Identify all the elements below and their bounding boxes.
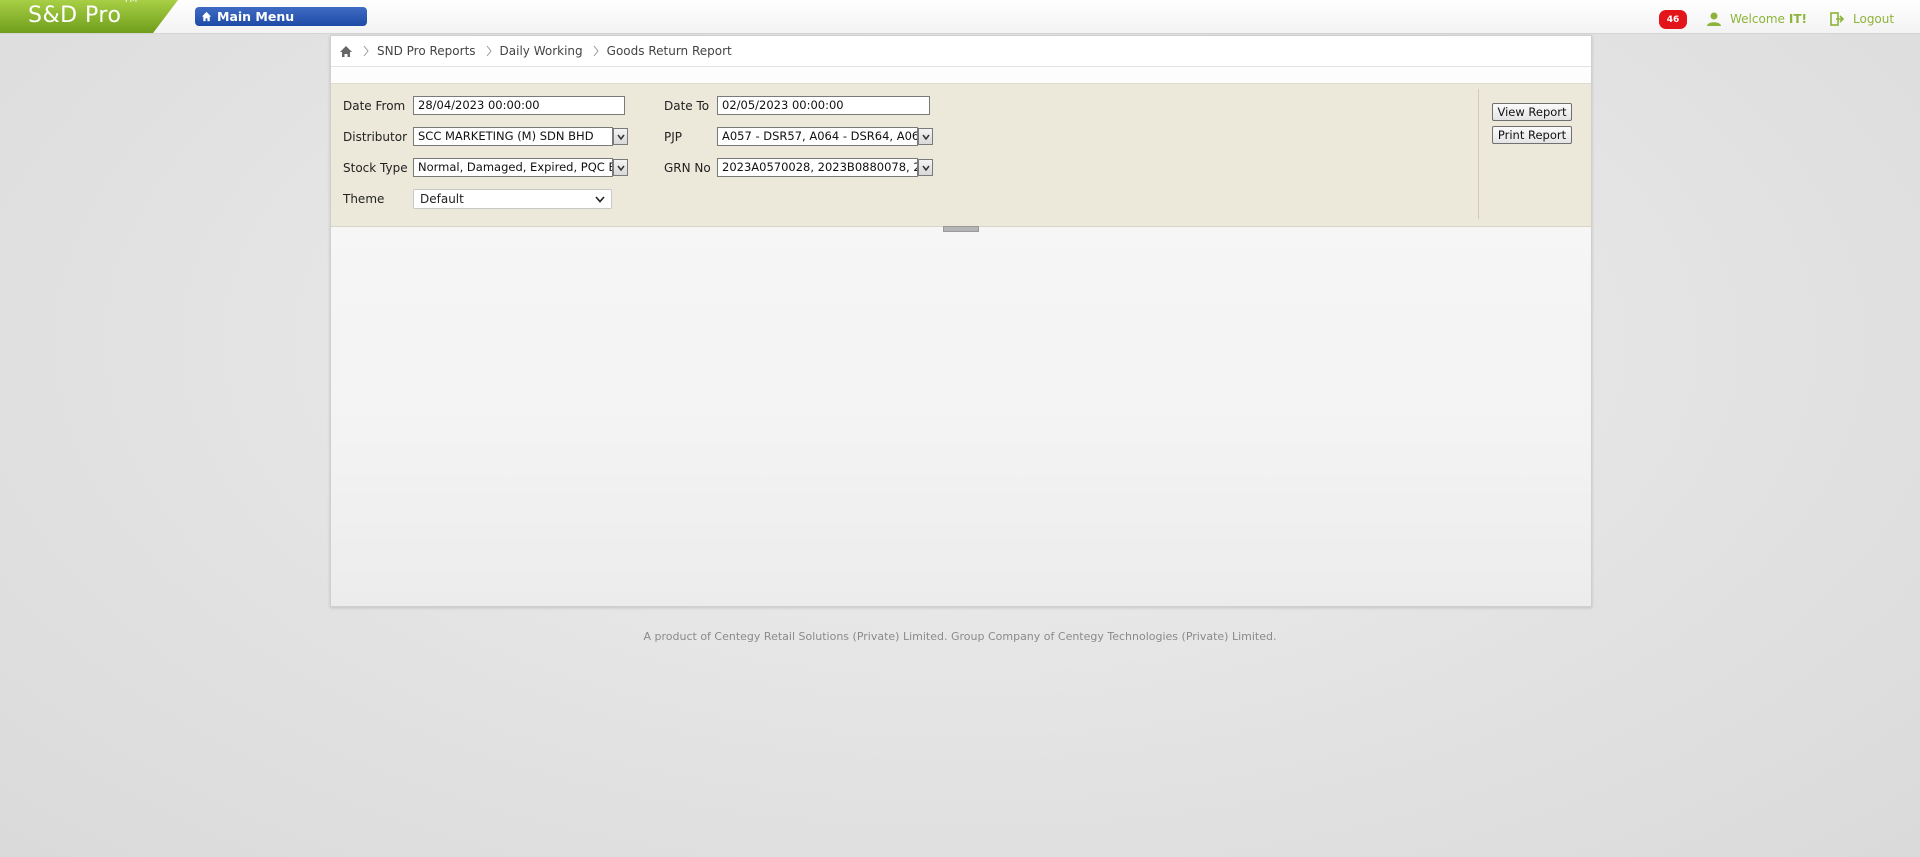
app-logo[interactable]: S&D ProTM xyxy=(0,0,178,33)
main-menu-label: Main Menu xyxy=(217,9,295,24)
logout-icon xyxy=(1830,12,1845,26)
notification-badge[interactable]: 46 xyxy=(1659,10,1687,29)
user-welcome[interactable]: Welcome IT! xyxy=(1706,10,1807,28)
stock-type-label: Stock Type xyxy=(343,161,408,175)
chevron-down-icon xyxy=(616,134,625,140)
theme-select-value: Default xyxy=(420,192,464,206)
date-to-input[interactable]: 02/05/2023 00:00:00 xyxy=(717,96,930,115)
distributor-dropdown-button[interactable] xyxy=(613,128,628,145)
distributor-label: Distributor xyxy=(343,130,408,144)
chevron-down-icon xyxy=(595,195,605,203)
print-report-button[interactable]: Print Report xyxy=(1492,126,1572,144)
stock-type-input[interactable]: Normal, Damaged, Expired, PQC BA xyxy=(413,158,613,177)
welcome-text: Welcome xyxy=(1730,12,1785,26)
grn-no-dropdown-button[interactable] xyxy=(918,159,933,176)
user-icon xyxy=(1707,12,1721,26)
report-content-area xyxy=(331,234,1591,604)
top-bar: S&D ProTM Main Menu 46 Welcome IT! Logou… xyxy=(0,0,1920,34)
filter-collapse-handle[interactable] xyxy=(943,226,979,232)
theme-label: Theme xyxy=(343,192,385,206)
report-panel: SND Pro Reports Daily Working Goods Retu… xyxy=(330,35,1592,607)
distributor-input[interactable]: SCC MARKETING (M) SDN BHD xyxy=(413,127,613,146)
grn-no-label: GRN No xyxy=(664,161,711,175)
stock-type-dropdown-button[interactable] xyxy=(613,159,628,176)
breadcrumb-home-icon[interactable] xyxy=(339,45,353,58)
pjp-input[interactable]: A057 - DSR57, A064 - DSR64, A065 xyxy=(717,127,918,146)
date-from-label: Date From xyxy=(343,99,406,113)
chevron-right-icon xyxy=(593,45,599,57)
date-to-label: Date To xyxy=(664,99,710,113)
breadcrumb-goods-return-report: Goods Return Report xyxy=(606,44,732,58)
pjp-label: PJP xyxy=(664,130,683,144)
user-name: IT! xyxy=(1788,12,1808,26)
chevron-right-icon xyxy=(363,45,369,57)
view-report-button[interactable]: View Report xyxy=(1492,103,1572,121)
filter-action-divider xyxy=(1478,89,1479,219)
chevron-right-icon xyxy=(486,45,492,57)
brand-name: S&D ProTM xyxy=(28,0,137,28)
pjp-dropdown-button[interactable] xyxy=(918,128,933,145)
breadcrumb-snd-pro-reports[interactable]: SND Pro Reports xyxy=(377,44,476,58)
footer-text: A product of Centegy Retail Solutions (P… xyxy=(643,630,1277,643)
chevron-down-icon xyxy=(921,134,930,140)
logout-label: Logout xyxy=(1853,12,1895,26)
chevron-down-icon xyxy=(616,165,625,171)
logout-link[interactable]: Logout xyxy=(1830,10,1894,28)
chevron-down-icon xyxy=(921,165,930,171)
home-icon xyxy=(201,11,212,22)
grn-no-input[interactable]: 2023A0570028, 2023B0880078, 20 xyxy=(717,158,918,177)
main-menu-button[interactable]: Main Menu xyxy=(195,7,367,26)
report-filters: Date From 28/04/2023 00:00:00 Date To 02… xyxy=(331,83,1591,227)
breadcrumb-daily-working[interactable]: Daily Working xyxy=(500,44,583,58)
date-from-input[interactable]: 28/04/2023 00:00:00 xyxy=(413,96,625,115)
breadcrumb: SND Pro Reports Daily Working Goods Retu… xyxy=(331,36,1591,67)
theme-select[interactable]: Default xyxy=(413,189,612,209)
